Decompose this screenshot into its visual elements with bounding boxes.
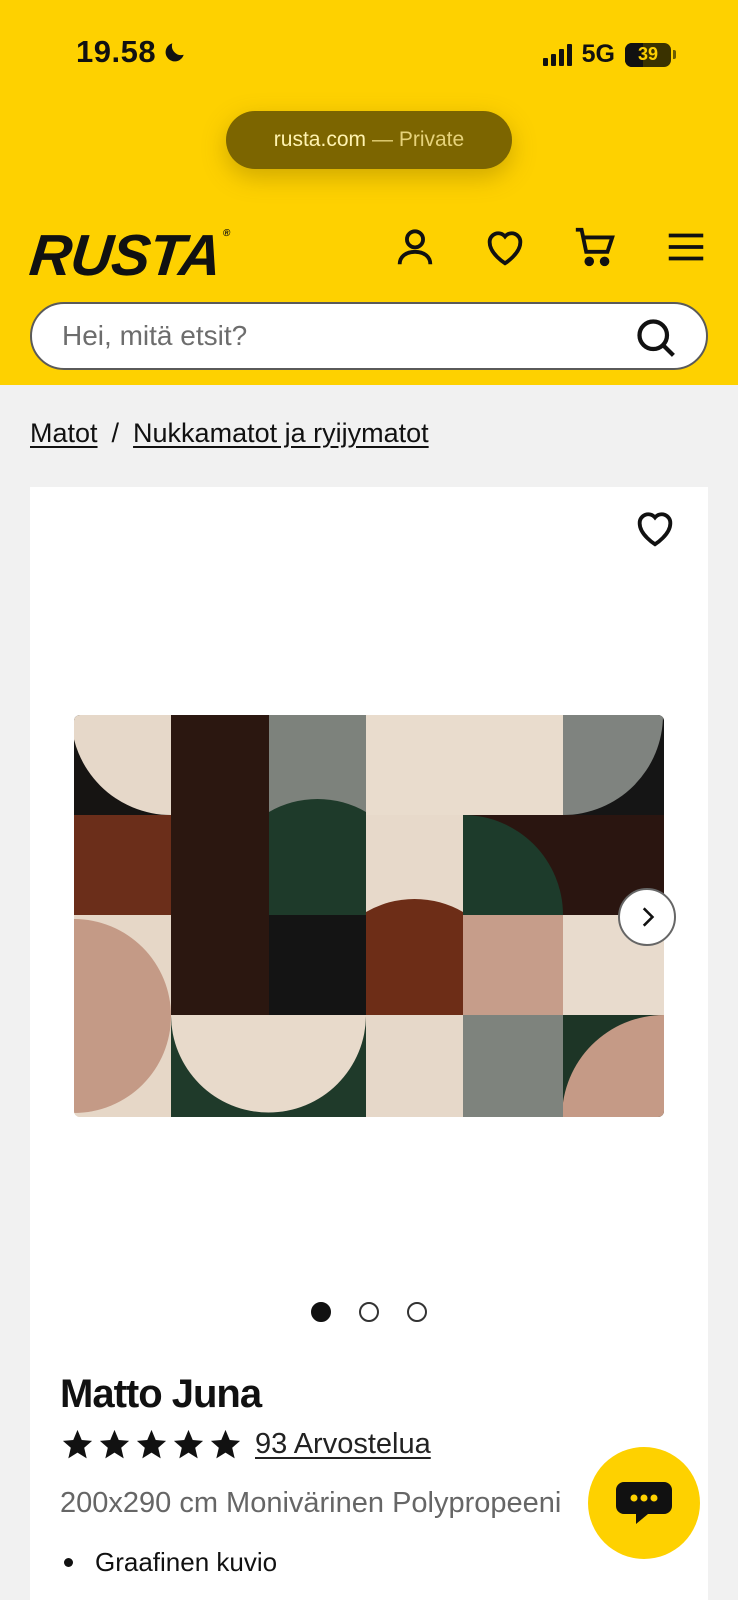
reviews-link[interactable]: 93 Arvostelua: [255, 1428, 431, 1461]
star-icon: [210, 1429, 241, 1459]
cart-button[interactable]: [570, 222, 620, 272]
breadcrumb: Matot / Nukkamatot ja ryijymatot: [30, 418, 429, 449]
clock: 19.58: [76, 34, 157, 69]
star-rating: [60, 1427, 243, 1462]
feature-list-item: Graafinen kuvio: [64, 1547, 277, 1578]
product-image[interactable]: [74, 715, 664, 1117]
gallery-dot-2[interactable]: [359, 1302, 379, 1322]
menu-icon: [668, 233, 704, 261]
next-image-button[interactable]: [618, 888, 676, 946]
feature-text: Graafinen kuvio: [95, 1547, 278, 1577]
battery-level: 39: [637, 44, 659, 64]
breadcrumb-link-nukkamatot[interactable]: Nukkamatot ja ryijymatot: [133, 418, 429, 449]
status-time: 19.58: [76, 34, 188, 70]
search-icon[interactable]: [634, 316, 678, 360]
signal-icon: [542, 43, 572, 66]
breadcrumb-separator: /: [111, 418, 120, 448]
gallery-dot-3[interactable]: [407, 1302, 427, 1322]
search-bar[interactable]: [30, 302, 708, 370]
status-indicators: 5G 39: [542, 40, 676, 69]
gallery-pagination: [30, 1302, 708, 1322]
bullet-dot: [64, 1558, 73, 1567]
search-input[interactable]: [62, 320, 622, 352]
gallery-dot-1[interactable]: [311, 1302, 331, 1322]
breadcrumb-link-matot[interactable]: Matot: [30, 418, 98, 449]
address-bar[interactable]: rusta.com — Private: [226, 111, 512, 169]
star-icon: [173, 1429, 204, 1459]
battery-icon: 39: [625, 42, 671, 67]
url-domain: rusta.com: [273, 128, 366, 151]
star-icon: [99, 1429, 130, 1459]
wishlist-icon: [487, 231, 523, 266]
private-label: — Private: [372, 128, 465, 151]
cart-icon: [575, 227, 615, 267]
chat-button[interactable]: [588, 1447, 700, 1559]
star-icon: [62, 1429, 93, 1459]
site-header: 19.58 5G 39 rusta.com — Private RUSTA®: [0, 0, 738, 385]
star-icon: [136, 1429, 167, 1459]
wishlist-button[interactable]: [480, 222, 530, 272]
heart-icon[interactable]: [632, 505, 678, 551]
rusta-logo[interactable]: RUSTA®: [26, 222, 230, 289]
moon-icon: [165, 43, 184, 62]
chevron-right-icon: [642, 907, 655, 927]
product-rating: 93 Arvostelua: [60, 1427, 431, 1462]
product-card: Matto Juna 93 Arvostelua 200x290 cm Moni…: [30, 487, 708, 1600]
logo-text: RUSTA: [26, 223, 224, 288]
account-icon: [397, 229, 433, 265]
logo-mark: ®: [222, 228, 230, 239]
product-subtitle: 200x290 cm Monivärinen Polypropeeni: [60, 1487, 562, 1519]
network-label: 5G: [581, 40, 615, 68]
chat-icon: [616, 1482, 672, 1524]
account-button[interactable]: [390, 222, 440, 272]
menu-button[interactable]: [661, 222, 711, 272]
product-title: Matto Juna: [60, 1372, 262, 1416]
